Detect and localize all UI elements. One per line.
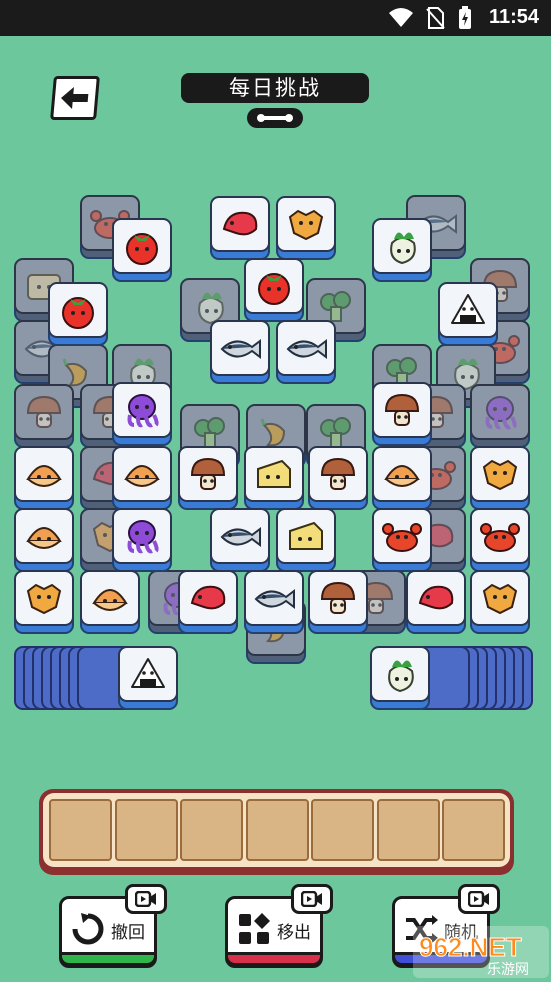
- tile-fish[interactable]: [276, 320, 336, 384]
- tile-tomato[interactable]: [48, 282, 108, 346]
- fish-icon: [286, 339, 327, 359]
- tile-radish[interactable]: [372, 218, 432, 282]
- clam-icon: [124, 465, 160, 487]
- shrimp-icon: [418, 585, 454, 610]
- mushroom-icon: [190, 457, 226, 490]
- tile-shrimp[interactable]: [210, 196, 270, 260]
- octopus-icon: [127, 394, 159, 428]
- undo-label: 撤回: [111, 923, 145, 943]
- clam-icon: [26, 527, 62, 549]
- clam-icon: [92, 589, 128, 611]
- undo-icon: [72, 913, 104, 945]
- tomato-icon: [62, 297, 94, 329]
- tile-radish[interactable]: [370, 646, 430, 710]
- cracker-icon: [482, 583, 518, 615]
- tray-slot: [114, 799, 178, 861]
- fish-icon: [254, 589, 295, 609]
- watermark-logo: 962.NET 乐游网: [413, 926, 549, 978]
- move-out-button[interactable]: 移出: [225, 884, 333, 970]
- tile-octopus: [470, 384, 530, 448]
- video-ad-icon: [291, 884, 333, 914]
- mushroom-icon: [26, 395, 62, 428]
- crab-icon: [382, 523, 422, 552]
- tile-crab[interactable]: [470, 508, 530, 572]
- tile-fish[interactable]: [210, 320, 270, 384]
- tile-mushroom: [14, 384, 74, 448]
- tile-octopus[interactable]: [112, 508, 172, 572]
- undo-button[interactable]: 撤回: [59, 884, 167, 970]
- onigiri-icon: [131, 658, 165, 688]
- onigiri-icon: [451, 294, 485, 324]
- radish-icon: [390, 232, 416, 265]
- tile-shrimp[interactable]: [178, 570, 238, 634]
- tomato-icon: [126, 233, 158, 265]
- tray-slot: [180, 799, 243, 861]
- clam-icon: [26, 465, 62, 487]
- tray-slot: [311, 799, 374, 861]
- radish-icon: [388, 660, 414, 693]
- move-out-label: 移出: [277, 923, 311, 943]
- tile-tray: [39, 789, 514, 875]
- tile-shrimp[interactable]: [406, 570, 466, 634]
- clam-icon: [384, 465, 420, 487]
- move-out-icon: [239, 913, 270, 944]
- tile-fish[interactable]: [210, 508, 270, 572]
- tile-fish[interactable]: [244, 570, 304, 634]
- crab-icon: [480, 523, 520, 552]
- tray-slot: [376, 799, 440, 861]
- tile-cracker[interactable]: [470, 570, 530, 634]
- cheese-icon: [257, 459, 291, 488]
- tile-mushroom[interactable]: [178, 446, 238, 510]
- tile-mushroom[interactable]: [372, 382, 432, 446]
- tile-board: [0, 0, 551, 760]
- fish-icon: [220, 339, 261, 359]
- tile-octopus[interactable]: [112, 382, 172, 446]
- tile-mushroom[interactable]: [308, 570, 368, 634]
- cracker-icon: [26, 583, 62, 615]
- fish-icon: [220, 527, 261, 547]
- tile-cracker[interactable]: [14, 570, 74, 634]
- cracker-icon: [482, 459, 518, 491]
- mushroom-icon: [320, 581, 356, 614]
- video-ad-icon: [125, 884, 167, 914]
- video-ad-icon: [458, 884, 500, 914]
- watermark-brand: 962.NET: [419, 932, 522, 962]
- tomato-icon: [258, 273, 290, 305]
- tray-slot: [442, 799, 505, 861]
- tile-clam[interactable]: [112, 446, 172, 510]
- tile-clam[interactable]: [372, 446, 432, 510]
- tile-onigiri[interactable]: [438, 282, 498, 346]
- tray-slot: [245, 799, 309, 861]
- cracker-icon: [288, 209, 324, 241]
- tile-cracker[interactable]: [276, 196, 336, 260]
- shrimp-icon: [222, 211, 258, 236]
- tile-clam[interactable]: [14, 446, 74, 510]
- watermark-sub: 乐游网: [487, 962, 529, 978]
- mushroom-icon: [320, 457, 356, 490]
- tile-onigiri[interactable]: [118, 646, 178, 710]
- tile-tomato[interactable]: [112, 218, 172, 282]
- octopus-icon: [127, 520, 159, 554]
- tile-cheese[interactable]: [276, 508, 336, 572]
- tile-mushroom[interactable]: [308, 446, 368, 510]
- tile-clam[interactable]: [14, 508, 74, 572]
- octopus-icon: [485, 396, 517, 430]
- tray-slot: [49, 799, 112, 861]
- mushroom-icon: [384, 393, 420, 426]
- tile-cracker[interactable]: [470, 446, 530, 510]
- tile-cheese[interactable]: [244, 446, 304, 510]
- tile-clam[interactable]: [80, 570, 140, 634]
- shrimp-icon: [190, 585, 226, 610]
- tile-tomato[interactable]: [244, 258, 304, 322]
- tile-crab[interactable]: [372, 508, 432, 572]
- cheese-icon: [289, 521, 323, 550]
